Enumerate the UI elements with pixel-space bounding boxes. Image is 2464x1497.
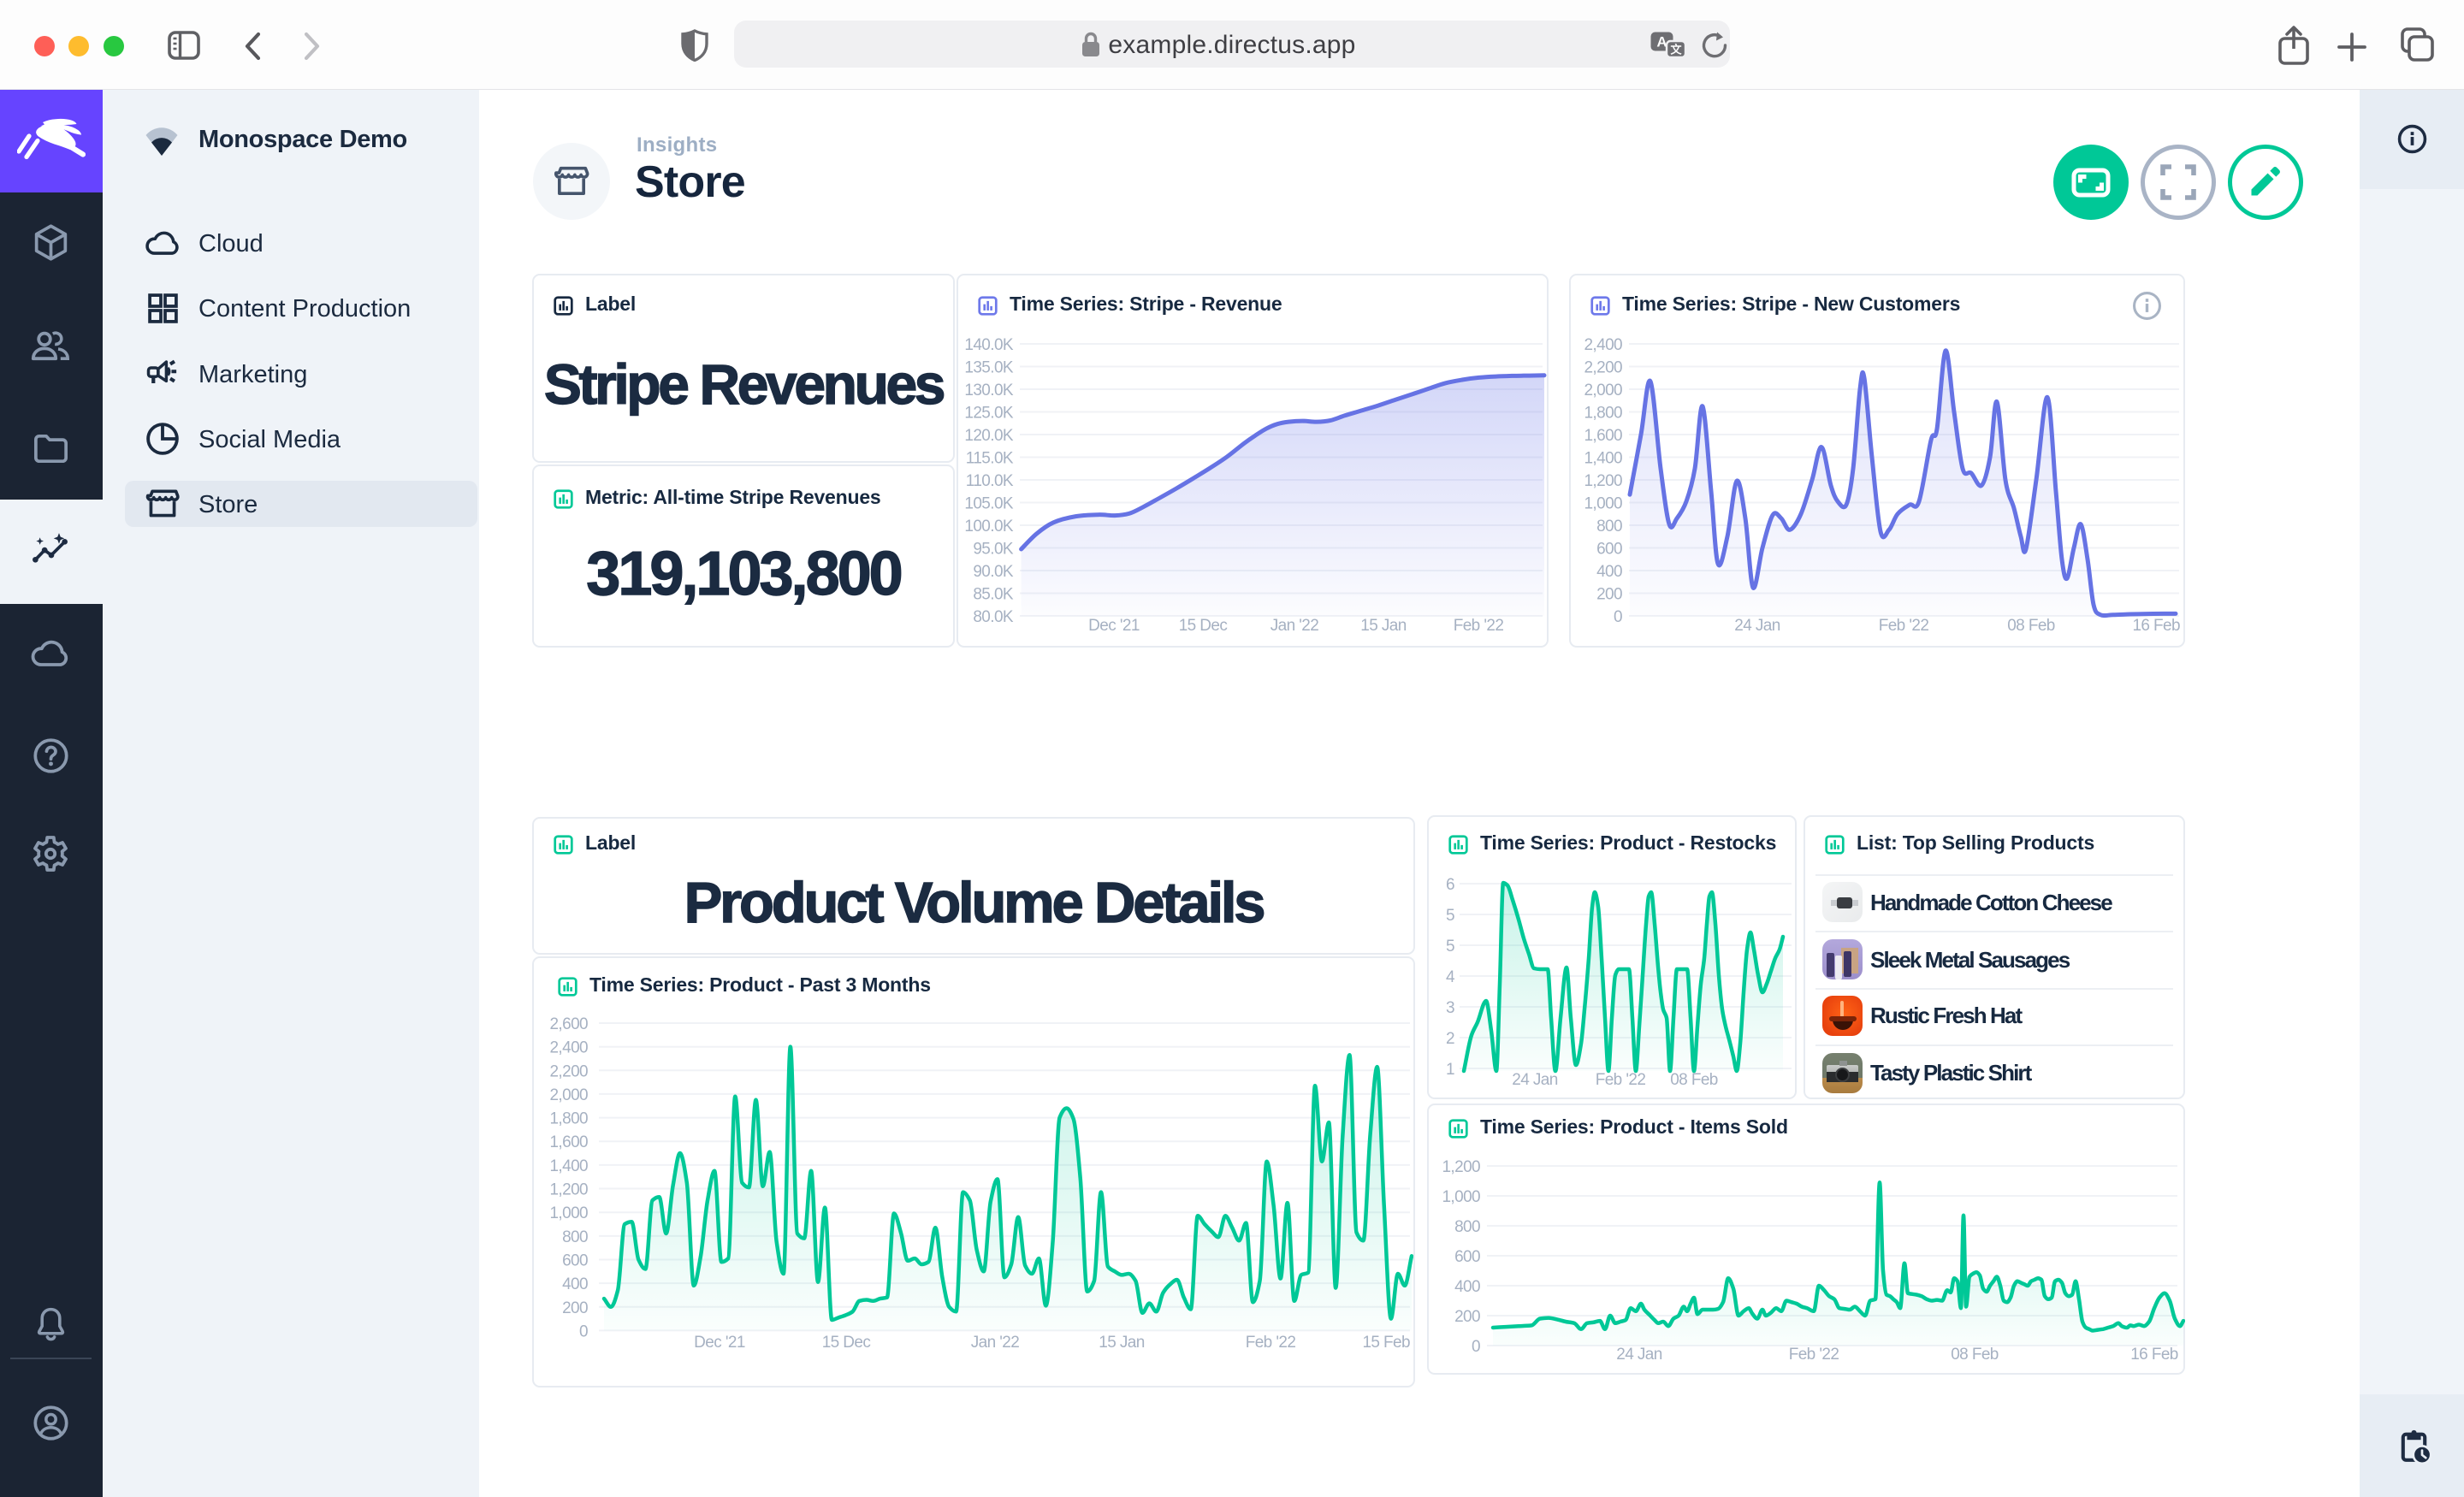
svg-text:Jan '22: Jan '22: [1270, 617, 1319, 635]
svg-text:1: 1: [1446, 1061, 1454, 1079]
svg-text:2,400: 2,400: [549, 1039, 588, 1057]
svg-text:1,800: 1,800: [549, 1110, 588, 1128]
svg-text:400: 400: [1596, 563, 1622, 581]
svg-text:400: 400: [562, 1275, 588, 1293]
svg-text:1,600: 1,600: [549, 1133, 588, 1151]
svg-text:400: 400: [1454, 1278, 1480, 1296]
svg-text:08 Feb: 08 Feb: [1670, 1071, 1718, 1089]
svg-text:800: 800: [1454, 1218, 1480, 1236]
svg-text:6: 6: [1446, 876, 1454, 894]
svg-text:08 Feb: 08 Feb: [2007, 617, 2055, 635]
svg-text:200: 200: [562, 1299, 588, 1317]
svg-text:15 Dec: 15 Dec: [1179, 617, 1228, 635]
svg-text:110.0K: 110.0K: [966, 472, 1014, 490]
svg-text:0: 0: [1614, 608, 1622, 626]
svg-text:1,600: 1,600: [1584, 427, 1622, 445]
svg-text:1,000: 1,000: [1442, 1188, 1480, 1206]
svg-text:Jan '22: Jan '22: [971, 1334, 1020, 1352]
svg-text:4: 4: [1446, 968, 1455, 986]
svg-text:15 Jan: 15 Jan: [1360, 617, 1406, 635]
svg-text:Feb '22: Feb '22: [1454, 617, 1504, 635]
svg-text:600: 600: [562, 1252, 588, 1270]
svg-text:15 Dec: 15 Dec: [822, 1334, 871, 1352]
svg-text:2: 2: [1446, 1030, 1454, 1048]
svg-text:08 Feb: 08 Feb: [1951, 1346, 1999, 1364]
svg-text:2,200: 2,200: [549, 1062, 588, 1080]
svg-text:16 Feb: 16 Feb: [2130, 1346, 2178, 1364]
svg-text:85.0K: 85.0K: [973, 586, 1014, 604]
svg-text:5: 5: [1446, 907, 1454, 925]
svg-text:90.0K: 90.0K: [973, 563, 1014, 581]
svg-text:125.0K: 125.0K: [964, 405, 1014, 423]
svg-text:3: 3: [1446, 999, 1454, 1017]
svg-text:5: 5: [1446, 938, 1454, 956]
svg-text:120.0K: 120.0K: [964, 427, 1014, 445]
svg-text:200: 200: [1454, 1308, 1480, 1326]
svg-text:115.0K: 115.0K: [966, 450, 1014, 468]
svg-text:24 Jan: 24 Jan: [1734, 617, 1780, 635]
svg-text:0: 0: [579, 1322, 588, 1340]
svg-text:Feb '22: Feb '22: [1879, 617, 1929, 635]
svg-text:1,000: 1,000: [549, 1204, 588, 1222]
svg-text:130.0K: 130.0K: [964, 382, 1014, 399]
svg-text:1,000: 1,000: [1584, 495, 1622, 513]
svg-text:1,400: 1,400: [1584, 450, 1622, 468]
svg-text:95.0K: 95.0K: [973, 541, 1014, 559]
svg-text:Feb '22: Feb '22: [1246, 1334, 1296, 1352]
svg-text:1,400: 1,400: [549, 1157, 588, 1175]
svg-text:600: 600: [1596, 541, 1622, 559]
svg-text:24 Jan: 24 Jan: [1616, 1346, 1661, 1364]
svg-text:2,400: 2,400: [1584, 336, 1622, 354]
svg-text:800: 800: [562, 1228, 588, 1246]
svg-text:2,600: 2,600: [549, 1015, 588, 1033]
svg-text:0: 0: [1472, 1338, 1480, 1356]
svg-text:15 Jan: 15 Jan: [1099, 1334, 1144, 1352]
svg-text:Feb '22: Feb '22: [1789, 1346, 1839, 1364]
svg-text:24 Jan: 24 Jan: [1512, 1071, 1557, 1089]
svg-text:2,000: 2,000: [549, 1086, 588, 1104]
svg-text:15 Feb: 15 Feb: [1362, 1334, 1410, 1352]
svg-text:1,200: 1,200: [549, 1181, 588, 1199]
svg-text:105.0K: 105.0K: [964, 495, 1014, 513]
svg-text:Dec '21: Dec '21: [1088, 617, 1140, 635]
svg-text:2,000: 2,000: [1584, 382, 1622, 399]
svg-text:2,200: 2,200: [1584, 359, 1622, 377]
svg-text:1,800: 1,800: [1584, 405, 1622, 423]
svg-text:600: 600: [1454, 1248, 1480, 1266]
svg-text:Feb '22: Feb '22: [1596, 1071, 1646, 1089]
svg-text:800: 800: [1596, 518, 1622, 535]
svg-text:16 Feb: 16 Feb: [2132, 617, 2180, 635]
svg-text:1,200: 1,200: [1442, 1158, 1480, 1176]
svg-text:Dec '21: Dec '21: [694, 1334, 745, 1352]
svg-text:1,200: 1,200: [1584, 472, 1622, 490]
svg-text:80.0K: 80.0K: [973, 608, 1014, 626]
svg-text:135.0K: 135.0K: [964, 359, 1014, 377]
svg-text:100.0K: 100.0K: [964, 518, 1014, 535]
svg-text:200: 200: [1596, 586, 1622, 604]
svg-text:140.0K: 140.0K: [964, 336, 1014, 354]
